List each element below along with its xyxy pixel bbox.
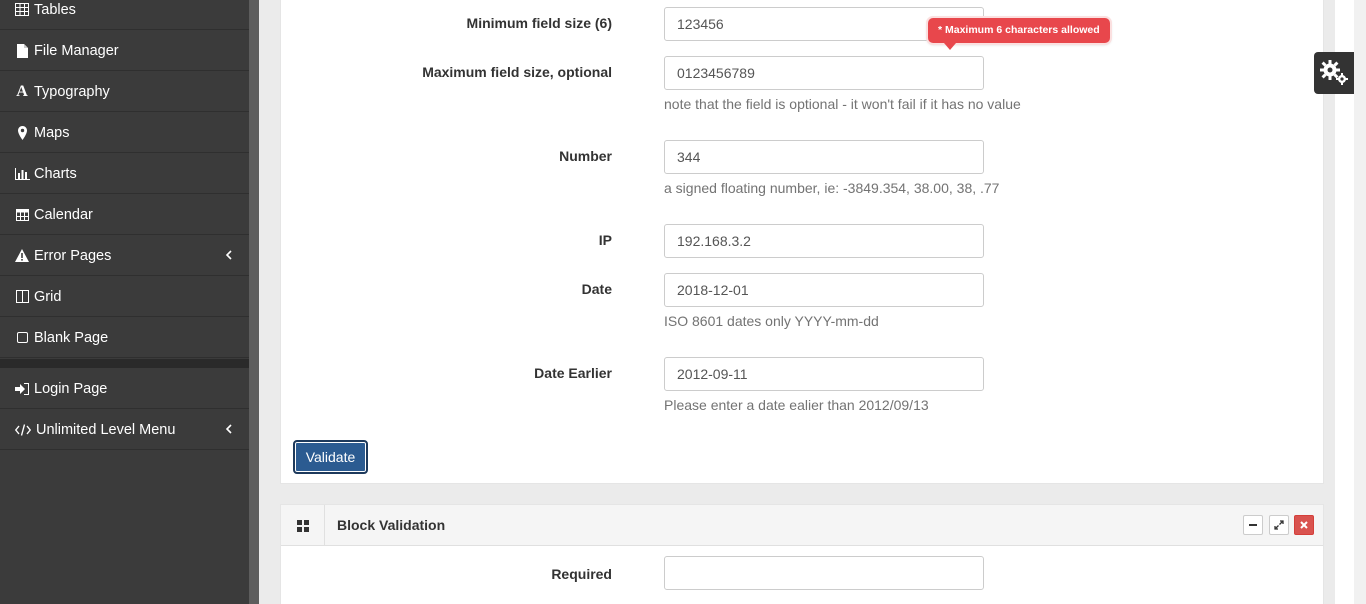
- sidebar-scrollbar[interactable]: [249, 0, 259, 604]
- sidebar-item-label: Unlimited Level Menu: [36, 421, 176, 438]
- calendar-icon: [14, 207, 30, 223]
- ip-label: IP: [598, 232, 612, 248]
- max-size-label: Maximum field size, optional: [422, 64, 612, 80]
- date-label: Date: [581, 281, 612, 297]
- validate-button[interactable]: Validate: [293, 440, 368, 474]
- error-tooltip: * Maximum 6 characters allowed: [928, 18, 1110, 50]
- sidebar-item-login-page[interactable]: Login Page: [0, 369, 249, 409]
- map-marker-icon: [14, 125, 30, 141]
- error-tooltip-text: * Maximum 6 characters allowed: [938, 24, 1100, 36]
- table-icon: [14, 2, 30, 18]
- sidebar-item-blank-page[interactable]: Blank Page: [0, 318, 249, 358]
- main-content: Minimum field size (6) 123456 Maximum fi…: [259, 0, 1335, 604]
- square-icon: [14, 330, 30, 346]
- sidebar-item-label: Login Page: [34, 380, 108, 397]
- bar-chart-icon: [14, 166, 30, 182]
- sidebar-item-label: Charts: [34, 165, 77, 182]
- collapse-button[interactable]: [1243, 515, 1263, 535]
- sign-in-icon: [14, 381, 30, 397]
- sidebar-item-label: Grid: [34, 288, 62, 305]
- chevron-left-icon: [225, 423, 237, 437]
- required-input[interactable]: [664, 556, 984, 590]
- date-earlier-label: Date Earlier: [534, 365, 612, 381]
- th-large-icon: [281, 505, 325, 546]
- tooltip-arrow: [944, 43, 956, 50]
- close-icon: [1299, 517, 1309, 533]
- columns-icon: [14, 289, 30, 305]
- settings-toggle-button[interactable]: [1314, 52, 1354, 94]
- date-help: ISO 8601 dates only YYYY-mm-dd: [664, 313, 879, 329]
- page-scrollbar[interactable]: [1354, 0, 1366, 604]
- gears-icon: [1319, 58, 1349, 89]
- sidebar: Tables File Manager A Typography Maps Ch…: [0, 0, 249, 604]
- panel-title: Block Validation: [337, 517, 446, 533]
- sidebar-item-charts[interactable]: Charts: [0, 154, 249, 194]
- sidebar-item-error-pages[interactable]: Error Pages: [0, 236, 249, 276]
- close-button[interactable]: [1294, 515, 1314, 535]
- number-label: Number: [559, 148, 612, 164]
- sidebar-item-label: Error Pages: [34, 247, 112, 264]
- file-icon: [14, 43, 30, 59]
- number-input[interactable]: 344: [664, 140, 984, 174]
- sidebar-item-unlimited-level-menu[interactable]: Unlimited Level Menu: [0, 410, 249, 450]
- date-earlier-input[interactable]: 2012-09-11: [664, 357, 984, 391]
- sidebar-item-label: Maps: [34, 124, 70, 141]
- required-label: Required: [551, 566, 612, 582]
- max-size-input[interactable]: 0123456789: [664, 56, 984, 90]
- minus-icon: [1248, 517, 1258, 533]
- sidebar-item-typography[interactable]: A Typography: [0, 72, 249, 112]
- block-validation-panel: Block Validation Required: [280, 504, 1324, 604]
- chevron-left-icon: [225, 249, 237, 263]
- number-help: a signed floating number, ie: -3849.354,…: [664, 180, 1000, 196]
- expand-icon: [1274, 517, 1284, 533]
- max-size-help: note that the field is optional - it won…: [664, 96, 1021, 112]
- sidebar-item-tables[interactable]: Tables: [0, 0, 249, 30]
- sidebar-item-label: Blank Page: [34, 329, 109, 346]
- sidebar-item-maps[interactable]: Maps: [0, 113, 249, 153]
- sidebar-item-grid[interactable]: Grid: [0, 277, 249, 317]
- validation-form-panel: Minimum field size (6) 123456 Maximum fi…: [280, 0, 1324, 484]
- fullscreen-button[interactable]: [1269, 515, 1289, 535]
- sidebar-item-calendar[interactable]: Calendar: [0, 195, 249, 235]
- code-icon: [14, 422, 32, 438]
- ip-input[interactable]: 192.168.3.2: [664, 224, 984, 258]
- sidebar-item-file-manager[interactable]: File Manager: [0, 31, 249, 71]
- font-icon: A: [16, 82, 28, 100]
- sidebar-divider: [0, 359, 249, 368]
- warning-icon: [14, 248, 30, 264]
- sidebar-item-label: Calendar: [34, 206, 93, 223]
- date-input[interactable]: 2018-12-01: [664, 273, 984, 307]
- sidebar-item-label: Tables: [34, 1, 76, 18]
- sidebar-item-label: File Manager: [34, 42, 119, 59]
- date-earlier-help: Please enter a date ealier than 2012/09/…: [664, 397, 929, 413]
- sidebar-item-label: Typography: [34, 83, 110, 100]
- panel-header: Block Validation: [281, 505, 1323, 546]
- min-size-label: Minimum field size (6): [466, 15, 612, 31]
